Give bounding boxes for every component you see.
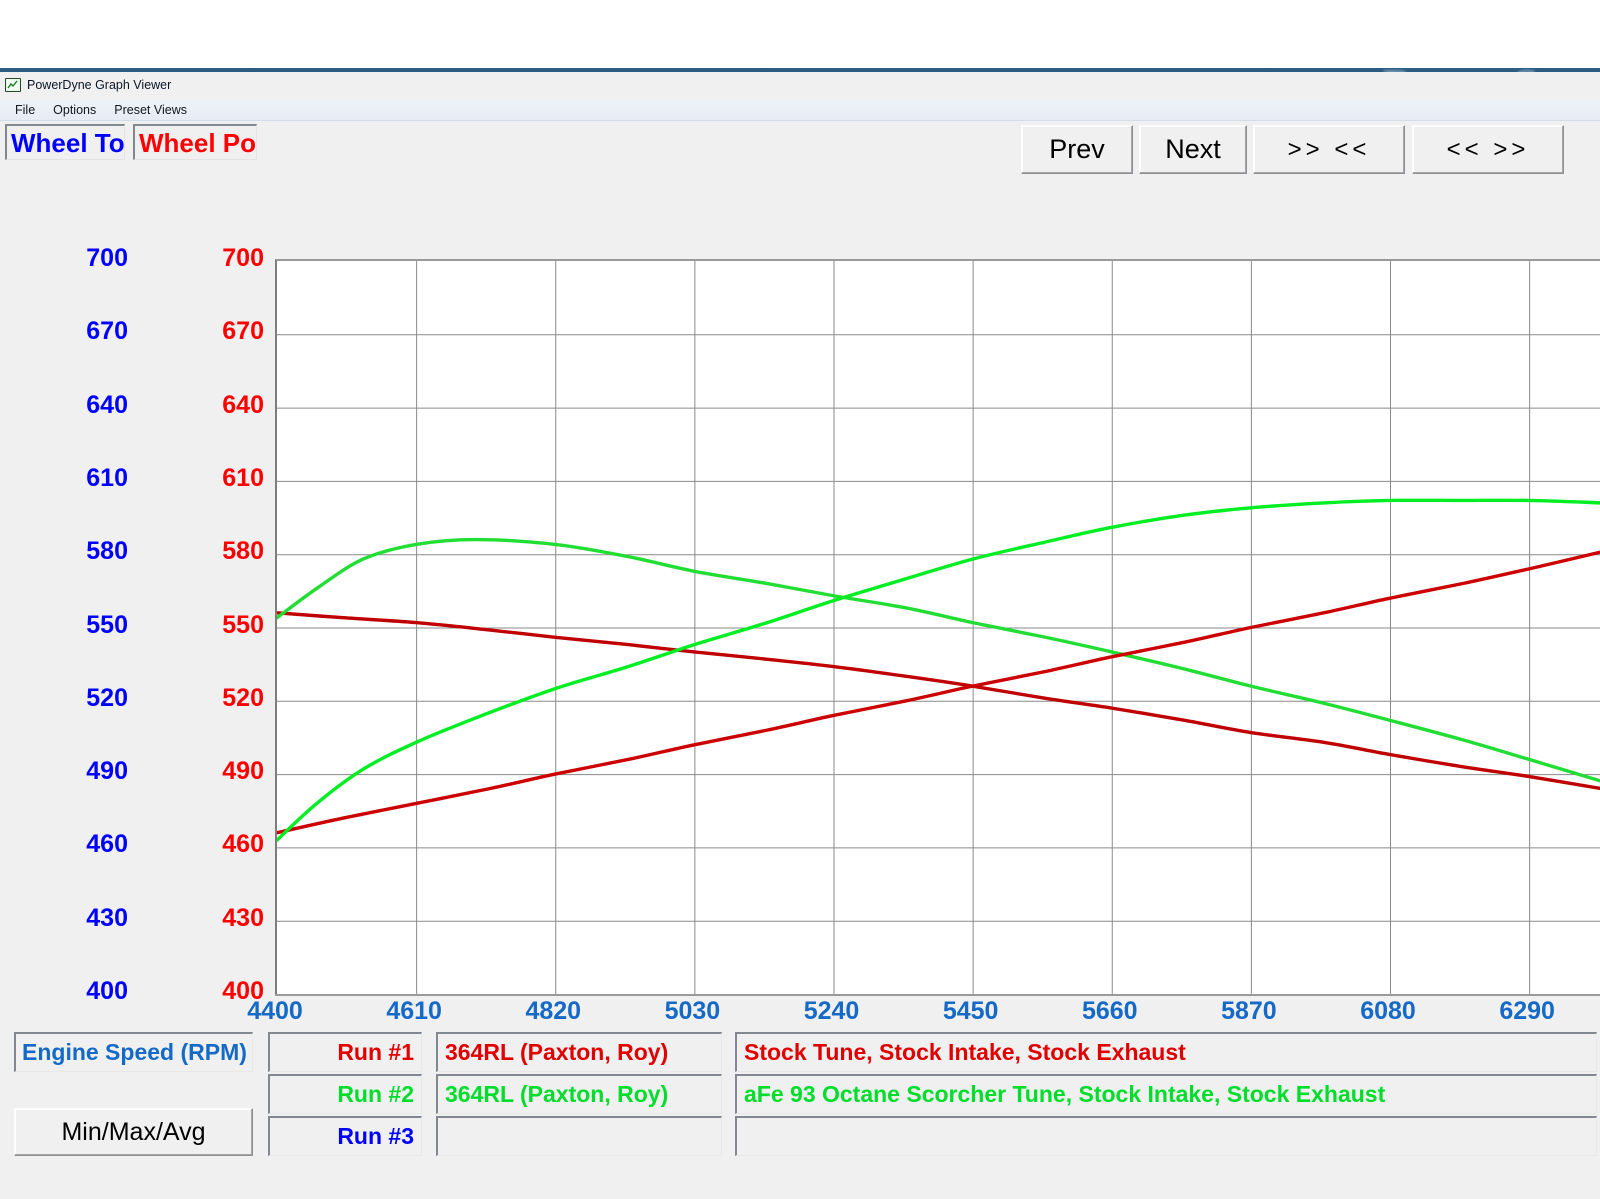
x-tick-5870: 5870 — [1221, 999, 1277, 1024]
y-tick-power-670: 670 — [196, 319, 264, 344]
next-button[interactable]: Next — [1139, 125, 1247, 174]
y-tick-torque-640: 640 — [60, 393, 128, 418]
series-line — [277, 552, 1600, 833]
plot-canvas[interactable] — [275, 259, 1600, 994]
x-tick-5450: 5450 — [943, 999, 999, 1024]
menu-item-preset-views[interactable]: Preset Views — [105, 101, 196, 119]
y-tick-power-460: 460 — [196, 832, 264, 857]
run-2-name: 364RL (Paxton, Roy) — [445, 1083, 668, 1106]
run-1-description-field[interactable]: Stock Tune, Stock Intake, Stock Exhaust — [735, 1032, 1597, 1072]
y-tick-torque-520: 520 — [60, 686, 128, 711]
wheel-torque-unit-field[interactable]: Wheel Torq — [5, 124, 125, 160]
plot-svg — [277, 261, 1600, 994]
engine-speed-field: Engine Speed (RPM) — [14, 1032, 253, 1072]
run-3-label: Run #3 — [337, 1125, 414, 1148]
x-axis-line — [275, 994, 1600, 996]
y-tick-torque-610: 610 — [60, 466, 128, 491]
run-1-name-field[interactable]: 364RL (Paxton, Roy) — [436, 1032, 722, 1072]
y-tick-torque-430: 430 — [60, 906, 128, 931]
run-1-name: 364RL (Paxton, Roy) — [445, 1041, 668, 1064]
run-3-description-field[interactable] — [735, 1116, 1597, 1156]
run-legend-table: Engine Speed (RPM) Min/Max/Avg Run #1 Ru… — [0, 1028, 1600, 1148]
run-3-name-field[interactable] — [436, 1116, 722, 1156]
y-tick-torque-460: 460 — [60, 832, 128, 857]
x-tick-4610: 4610 — [386, 999, 442, 1024]
powerdyne-app-window: PowerDyne Graph Viewer File Options Pres… — [0, 72, 1600, 1199]
chart-area: 4004004304304604604904905205205505505805… — [0, 176, 1600, 1002]
y-tick-power-610: 610 — [196, 466, 264, 491]
x-tick-6080: 6080 — [1360, 999, 1416, 1024]
wheel-power-label: Wheel Pow — [139, 130, 257, 156]
run-2-label: Run #2 — [337, 1083, 414, 1106]
y-tick-power-580: 580 — [196, 539, 264, 564]
run-3-label-field[interactable]: Run #3 — [268, 1116, 422, 1156]
wheel-torque-label: Wheel Torq — [11, 130, 125, 156]
menu-item-options[interactable]: Options — [44, 101, 105, 119]
y-tick-torque-700: 700 — [60, 246, 128, 271]
zoom-in-button[interactable]: << >> — [1412, 125, 1564, 174]
y-tick-torque-670: 670 — [60, 319, 128, 344]
x-tick-5240: 5240 — [804, 999, 860, 1024]
y-tick-torque-490: 490 — [60, 759, 128, 784]
y-tick-torque-400: 400 — [60, 979, 128, 1004]
x-tick-4820: 4820 — [525, 999, 581, 1024]
run-1-description: Stock Tune, Stock Intake, Stock Exhaust — [744, 1041, 1186, 1064]
y-tick-power-700: 700 — [196, 246, 264, 271]
y-tick-torque-550: 550 — [60, 613, 128, 638]
prev-button[interactable]: Prev — [1021, 125, 1133, 174]
x-tick-5030: 5030 — [665, 999, 721, 1024]
zoom-out-button[interactable]: >> << — [1253, 125, 1405, 174]
chart-icon — [5, 78, 21, 92]
series-line — [277, 500, 1600, 840]
wheel-power-unit-field[interactable]: Wheel Pow — [133, 124, 257, 160]
run-1-label: Run #1 — [337, 1041, 414, 1064]
engine-speed-label: Engine Speed (RPM) — [22, 1041, 247, 1064]
run-1-label-field[interactable]: Run #1 — [268, 1032, 422, 1072]
screen: PowerSpo PowerDyne Graph Viewer File Opt… — [0, 0, 1600, 1199]
series-line — [277, 540, 1600, 782]
y-tick-power-640: 640 — [196, 393, 264, 418]
run-2-description: aFe 93 Octane Scorcher Tune, Stock Intak… — [744, 1083, 1385, 1106]
menu-bar: File Options Preset Views — [0, 100, 1600, 121]
x-tick-4400: 4400 — [247, 999, 303, 1024]
background-window — [0, 0, 1600, 60]
title-bar: PowerDyne Graph Viewer — [0, 72, 262, 98]
y-tick-power-490: 490 — [196, 759, 264, 784]
y-tick-power-550: 550 — [196, 613, 264, 638]
run-2-description-field[interactable]: aFe 93 Octane Scorcher Tune, Stock Intak… — [735, 1074, 1597, 1114]
run-2-name-field[interactable]: 364RL (Paxton, Roy) — [436, 1074, 722, 1114]
x-tick-5660: 5660 — [1082, 999, 1138, 1024]
y-tick-power-520: 520 — [196, 686, 264, 711]
y-tick-torque-580: 580 — [60, 539, 128, 564]
y-tick-power-430: 430 — [196, 906, 264, 931]
run-2-label-field[interactable]: Run #2 — [268, 1074, 422, 1114]
window-title: PowerDyne Graph Viewer — [27, 78, 171, 92]
min-max-avg-button[interactable]: Min/Max/Avg — [14, 1108, 253, 1156]
menu-item-file[interactable]: File — [6, 101, 44, 119]
x-tick-6290: 6290 — [1499, 999, 1555, 1024]
